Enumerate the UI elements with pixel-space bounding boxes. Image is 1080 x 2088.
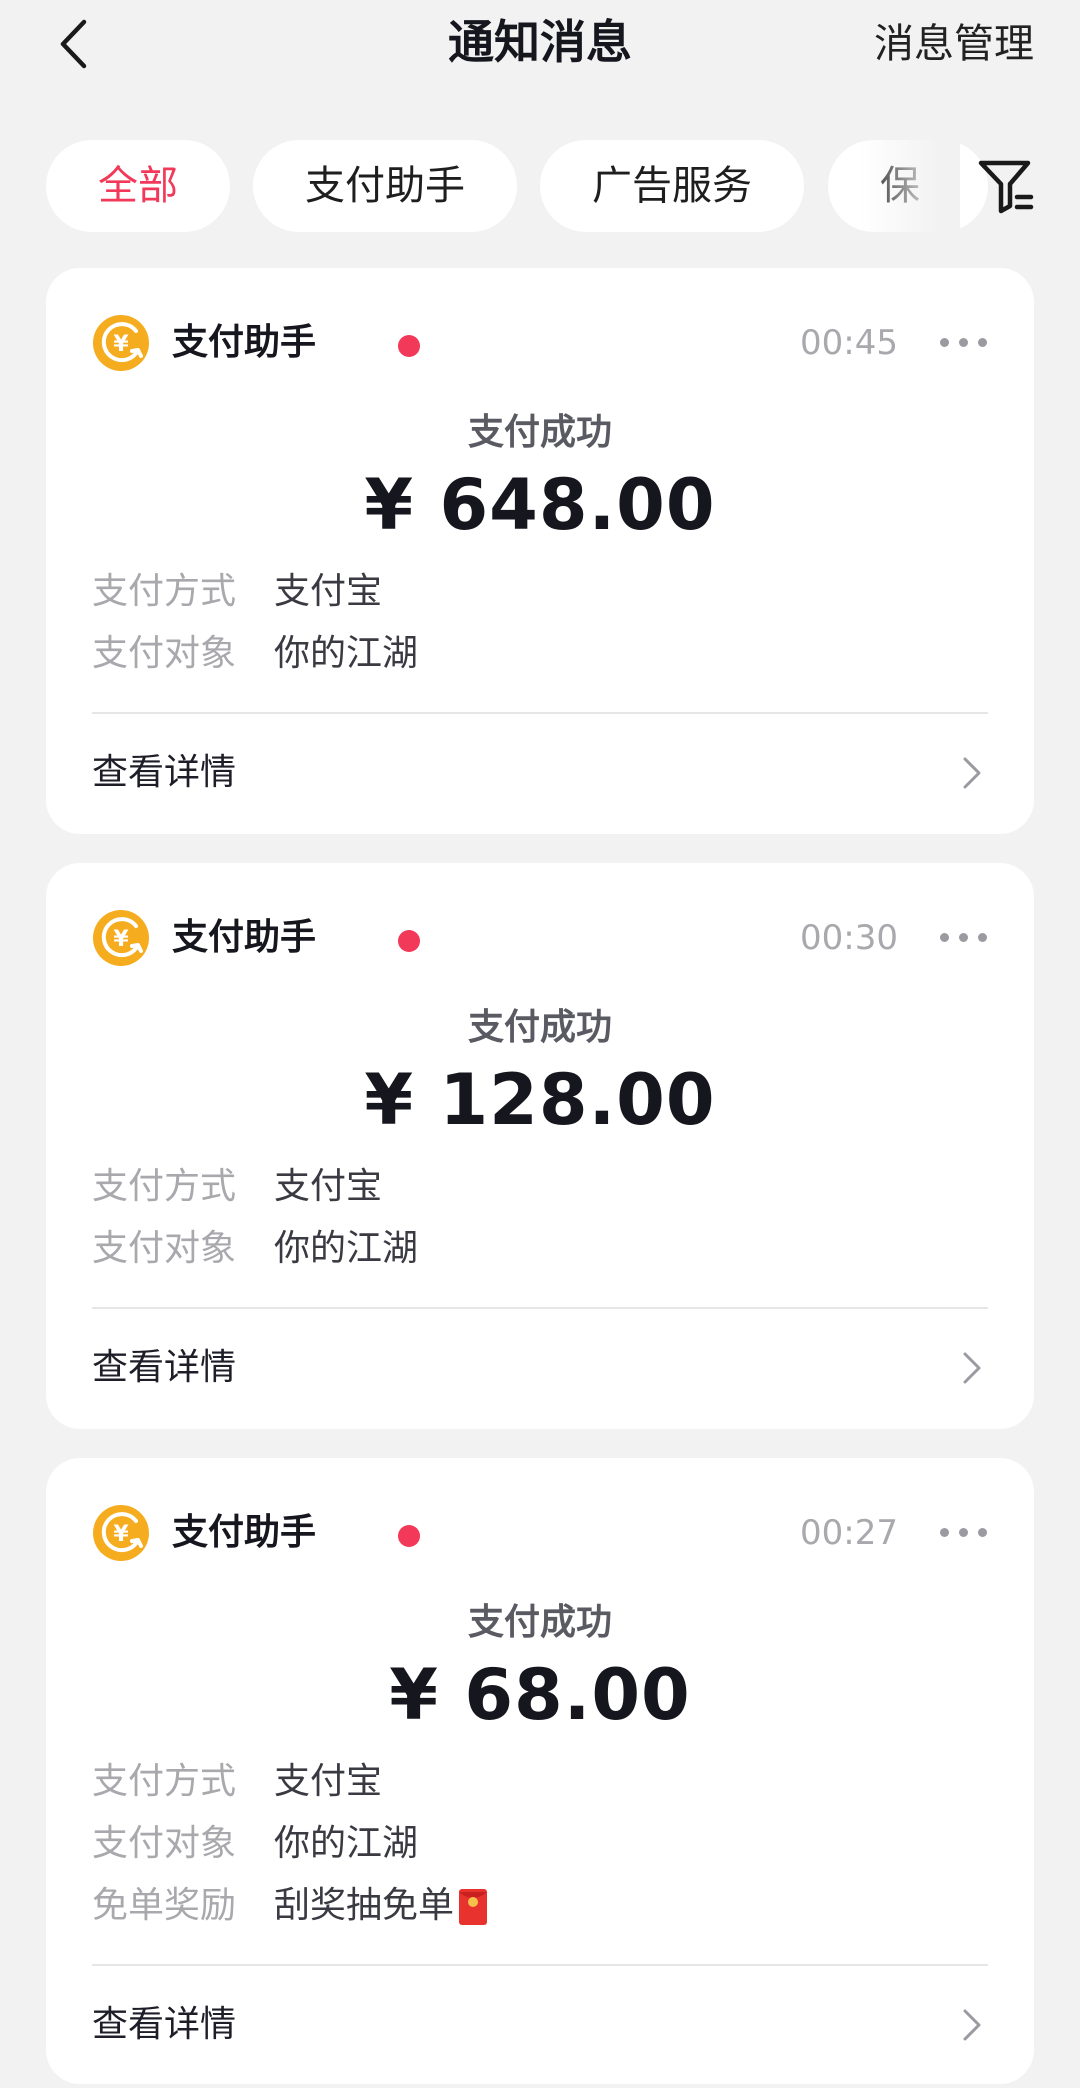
view-details-label: 查看详情 [92,2004,237,2045]
more-options-icon[interactable] [940,338,988,348]
payment-status: 支付成功 [467,412,612,453]
sender-name: 支付助手 [172,322,317,363]
category-tabs: 全部 支付助手 广告服务 保 [0,140,1080,232]
message-time: 00:27 [800,1513,898,1553]
payment-coin-icon: ¥ [93,1505,149,1561]
card-header: ¥ 支付助手 00:27 [92,1504,988,1562]
svg-text:¥: ¥ [113,1522,129,1547]
top-bar: 通知消息 消息管理 [0,0,1080,90]
pay-method-value: 支付宝 [274,1166,383,1207]
chevron-right-icon [963,2009,981,2041]
svg-text:¥: ¥ [113,332,129,357]
more-options-icon[interactable] [940,1528,988,1538]
unread-dot [398,1525,420,1547]
unread-dot [398,335,420,357]
svg-text:¥: ¥ [113,927,129,952]
pay-target-label: 支付对象 [92,1823,237,1864]
view-details-link[interactable]: 查看详情 [92,1990,988,2060]
red-packet-icon [459,1889,488,1925]
divider [92,1964,988,1966]
message-management-button[interactable]: 消息管理 [874,14,1034,74]
card-header: ¥ 支付助手 00:30 [92,909,988,967]
payment-coin-icon: ¥ [93,910,149,966]
card-header: ¥ 支付助手 00:45 [92,314,988,372]
pay-method-label: 支付方式 [92,1166,237,1207]
more-options-icon[interactable] [940,933,988,943]
pay-target-value: 你的江湖 [274,633,419,674]
notification-card[interactable]: ¥ 支付助手 00:30 支付成功 ¥ 128.00 支付方式 支付宝 支付对象… [46,863,1034,1429]
free-reward-label: 免单奖励 [92,1885,237,1926]
free-reward-value-wrap: 刮奖抽免单 [274,1878,488,1934]
pay-method-label: 支付方式 [92,571,237,612]
pay-target-value: 你的江湖 [274,1228,419,1269]
pay-method-label: 支付方式 [92,1761,237,1802]
notification-card[interactable]: ¥ 支付助手 00:45 支付成功 ¥ 648.00 支付方式 支付宝 支付对象… [46,268,1034,834]
divider [92,1307,988,1309]
sender-name: 支付助手 [172,1512,317,1553]
message-time: 00:30 [800,918,898,958]
tab-ad-service[interactable]: 广告服务 [540,140,804,232]
payment-amount: ¥ 128.00 [364,1059,716,1141]
pay-target-label: 支付对象 [92,1228,237,1269]
tab-payment-assistant[interactable]: 支付助手 [253,140,517,232]
message-time: 00:45 [800,323,898,363]
payment-coin-icon: ¥ [93,315,149,371]
filter-button[interactable] [976,156,1036,216]
payment-amount: ¥ 68.00 [389,1654,691,1736]
chevron-right-icon [963,757,981,789]
pay-target-label: 支付对象 [92,633,237,674]
chevron-right-icon [963,1352,981,1384]
notification-card[interactable]: ¥ 支付助手 00:27 支付成功 ¥ 68.00 支付方式 支付宝 支付对象 … [46,1458,1034,2084]
view-details-link[interactable]: 查看详情 [92,738,988,808]
sender-name: 支付助手 [172,917,317,958]
divider [92,712,988,714]
tabs-fade-overlay [860,140,960,232]
free-reward-value: 刮奖抽免单 [274,1885,455,1926]
unread-dot [398,930,420,952]
filter-icon [978,160,1034,214]
payment-status: 支付成功 [467,1007,612,1048]
pay-target-value: 你的江湖 [274,1823,419,1864]
view-details-label: 查看详情 [92,752,237,793]
pay-method-value: 支付宝 [274,1761,383,1802]
payment-amount: ¥ 648.00 [364,464,716,546]
view-details-link[interactable]: 查看详情 [92,1333,988,1403]
view-details-label: 查看详情 [92,1347,237,1388]
pay-method-value: 支付宝 [274,571,383,612]
payment-status: 支付成功 [467,1602,612,1643]
tab-all[interactable]: 全部 [46,140,230,232]
